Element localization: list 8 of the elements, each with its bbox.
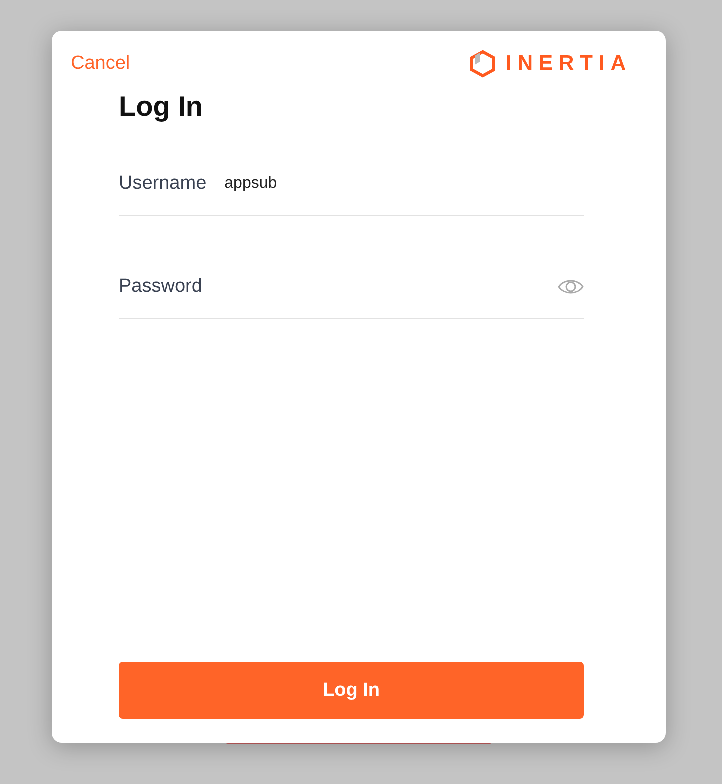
show-password-icon[interactable]	[558, 278, 584, 296]
username-field[interactable]: appsub	[224, 175, 584, 193]
logo-icon	[470, 50, 496, 78]
logo-text: INERTIA	[506, 52, 632, 76]
password-field[interactable]: Password	[119, 256, 584, 319]
field-label: Username	[119, 173, 207, 195]
dialog-title: Log In	[119, 91, 204, 123]
field-label: Password	[119, 276, 202, 298]
